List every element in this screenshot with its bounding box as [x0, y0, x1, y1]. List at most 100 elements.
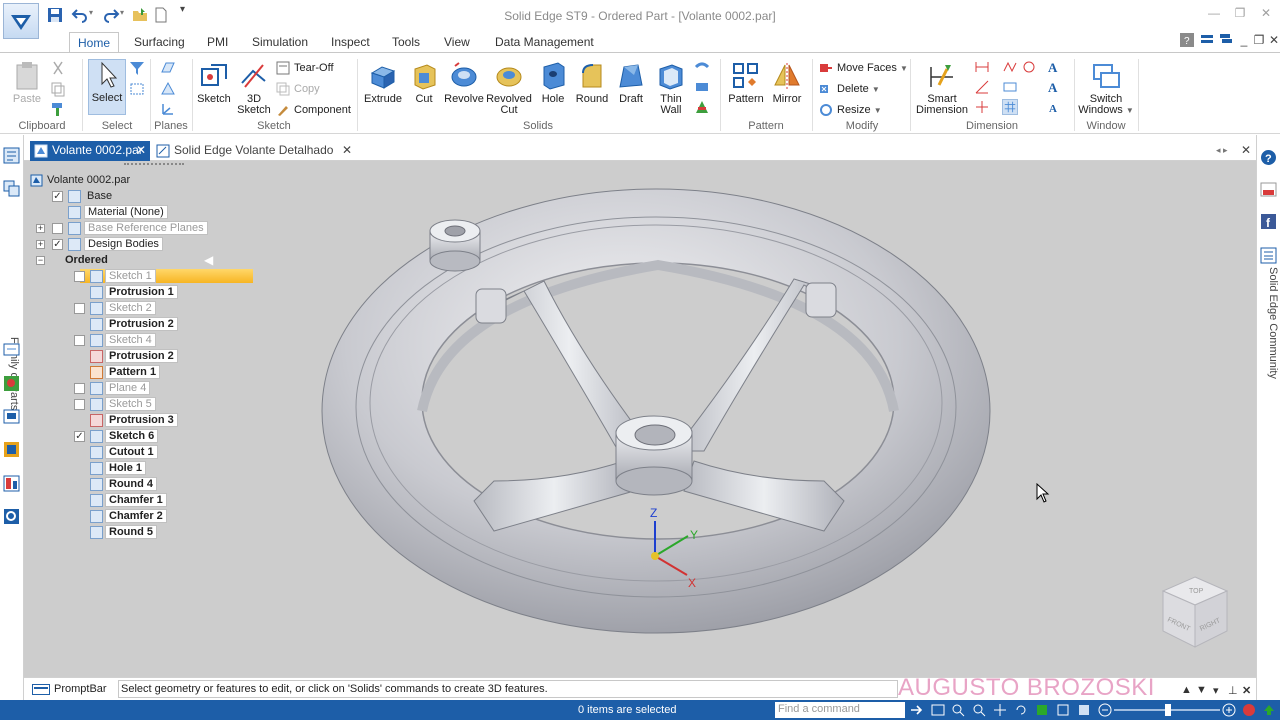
options-dropdown-icon[interactable]: ▾: [1213, 684, 1219, 697]
hole-button[interactable]: Hole: [536, 61, 570, 105]
zoom-icon[interactable]: [972, 703, 986, 717]
base-checkbox[interactable]: ✓: [52, 191, 63, 202]
revolved-cut-button[interactable]: Revolved Cut: [486, 61, 532, 116]
draft-button[interactable]: Draft: [614, 61, 648, 105]
doc-tabs-close[interactable]: ✕: [1241, 141, 1255, 161]
doc-tab-volante-detalhado[interactable]: Solid Edge Volante Detalhado 0...: [152, 141, 352, 176]
tree-item-design-bodies[interactable]: + ✓ Design Bodies: [28, 237, 163, 252]
arrange-windows-icon[interactable]: [1200, 33, 1214, 47]
format-painter-icon[interactable]: [50, 101, 66, 117]
cut-button[interactable]: Cut: [407, 61, 441, 105]
views-icon[interactable]: [1056, 703, 1070, 717]
facebook-icon[interactable]: f: [1260, 213, 1277, 230]
copy-sketch-button[interactable]: Copy: [276, 80, 320, 98]
expand-icon[interactable]: +: [36, 240, 45, 249]
angled-plane-icon[interactable]: [160, 81, 176, 97]
extrude-button[interactable]: Extrude: [363, 61, 403, 105]
pin-icon[interactable]: ⊥: [1228, 684, 1238, 697]
revolve-button[interactable]: Revolve: [444, 61, 484, 105]
select-filter-icon[interactable]: [129, 60, 145, 76]
round-button[interactable]: Round: [572, 61, 612, 105]
tree-item-sketch-4[interactable]: Sketch 4: [28, 333, 156, 348]
tree-item-base-reference-planes[interactable]: + Base Reference Planes: [28, 221, 208, 236]
tree-root[interactable]: Volante 0002.par: [28, 173, 133, 188]
tab-inspect[interactable]: Inspect: [323, 32, 378, 53]
sketch-5-checkbox[interactable]: [74, 399, 85, 410]
tree-item-ordered[interactable]: − Ordered ◀: [28, 253, 254, 268]
help-icon[interactable]: ?: [1180, 33, 1194, 47]
view-cube[interactable]: TOP FRONT RIGHT: [1159, 573, 1231, 651]
tree-item-round-5[interactable]: Round 5: [28, 525, 157, 540]
tree-item-sketch-2[interactable]: Sketch 2: [28, 301, 156, 316]
doc-tab-close-0[interactable]: ✕: [136, 141, 150, 161]
tree-item-sketch-1[interactable]: Sketch 1: [28, 269, 156, 284]
rollback-arrow-icon[interactable]: ◀: [204, 253, 213, 268]
thicken-icon[interactable]: [694, 59, 710, 75]
mirror-button[interactable]: Mirror: [768, 61, 806, 105]
coordinate-system-icon[interactable]: [160, 101, 176, 117]
tear-off-button[interactable]: Tear-Off: [276, 59, 334, 77]
collapse-icon[interactable]: −: [36, 256, 45, 265]
collapse-down-icon[interactable]: ▼: [1196, 684, 1207, 696]
symmetric-icon[interactable]: [1021, 59, 1037, 75]
select-button[interactable]: Select: [88, 59, 126, 115]
smart-dimension-button[interactable]: Smart Dimension: [914, 61, 970, 116]
add-body-icon[interactable]: [694, 79, 710, 95]
resize-button[interactable]: Resize ▼: [819, 101, 882, 119]
tab-pmi[interactable]: PMI: [199, 32, 236, 53]
pan-icon[interactable]: [993, 703, 1007, 717]
upload-icon[interactable]: [1262, 703, 1276, 717]
expand-up-icon[interactable]: ▲: [1181, 684, 1192, 696]
delete-button[interactable]: Delete ▼: [819, 80, 880, 98]
tools-tab-icon[interactable]: [3, 508, 20, 525]
cascade-windows-icon[interactable]: [1219, 33, 1233, 47]
planes-checkbox[interactable]: [52, 223, 63, 234]
pathfinder-tab-icon[interactable]: [3, 147, 20, 164]
sketch-button[interactable]: Sketch: [196, 61, 232, 105]
cut-clip-icon[interactable]: [50, 60, 66, 76]
tab-view[interactable]: View: [436, 32, 478, 53]
component-button[interactable]: Component: [276, 101, 351, 119]
sketch-2-checkbox[interactable]: [74, 303, 85, 314]
tree-item-chamfer-1[interactable]: Chamfer 1: [28, 493, 167, 508]
plane-4-checkbox[interactable]: [74, 383, 85, 394]
design-bodies-checkbox[interactable]: ✓: [52, 239, 63, 250]
tree-item-protrusion-1[interactable]: Protrusion 1: [28, 285, 178, 300]
sketch-4-checkbox[interactable]: [74, 335, 85, 346]
tree-item-protrusion-2b[interactable]: Protrusion 2: [28, 349, 178, 364]
solid-edge-community-tab[interactable]: Solid Edge Community: [1259, 267, 1279, 397]
promptbar-close-icon[interactable]: ✕: [1242, 684, 1251, 697]
doc-close-button[interactable]: ✕: [1264, 33, 1280, 51]
pathfinder-grip[interactable]: [124, 163, 184, 167]
record-icon[interactable]: [1242, 703, 1256, 717]
select-box-icon[interactable]: [129, 81, 145, 97]
tab-home[interactable]: Home: [69, 32, 120, 53]
tree-item-protrusion-2[interactable]: Protrusion 2: [28, 317, 178, 332]
sketch-6-checkbox[interactable]: ✓: [74, 431, 85, 442]
alternate-assemblies-tab-icon[interactable]: [3, 475, 20, 492]
minimize-button[interactable]: —: [1204, 6, 1224, 24]
fit-view-icon[interactable]: [931, 703, 945, 717]
copy-clip-icon[interactable]: [50, 81, 66, 97]
expand-icon[interactable]: +: [36, 224, 45, 233]
find-command-input[interactable]: Find a command: [775, 702, 905, 718]
3d-viewport[interactable]: Z Y X Volante 0002.par ✓ Base Material (…: [24, 161, 1256, 677]
promptbar-tab[interactable]: PromptBar: [30, 683, 107, 695]
zoom-area-icon[interactable]: [951, 703, 965, 717]
3d-sketch-button[interactable]: 3D Sketch: [236, 61, 272, 116]
sketch-view-icon[interactable]: [1035, 703, 1049, 717]
zoom-slider-thumb[interactable]: [1165, 704, 1171, 716]
go-arrow-icon[interactable]: [910, 703, 924, 717]
pattern-button[interactable]: Pattern: [726, 61, 766, 105]
coordinate-dimension-icon[interactable]: [974, 99, 990, 115]
doc-tab-close-1[interactable]: ✕: [342, 141, 356, 161]
feature-library-tab-icon[interactable]: [3, 375, 20, 392]
coincident-plane-icon[interactable]: [160, 60, 176, 76]
tree-item-cutout-1[interactable]: Cutout 1: [28, 445, 158, 460]
thin-wall-button[interactable]: Thin Wall: [652, 61, 690, 116]
rib-icon[interactable]: [694, 99, 710, 115]
tab-tools[interactable]: Tools: [384, 32, 428, 53]
text-style-icon[interactable]: A: [1046, 79, 1062, 95]
zoom-out-icon[interactable]: [1098, 703, 1112, 717]
tree-item-chamfer-2[interactable]: Chamfer 2: [28, 509, 167, 524]
